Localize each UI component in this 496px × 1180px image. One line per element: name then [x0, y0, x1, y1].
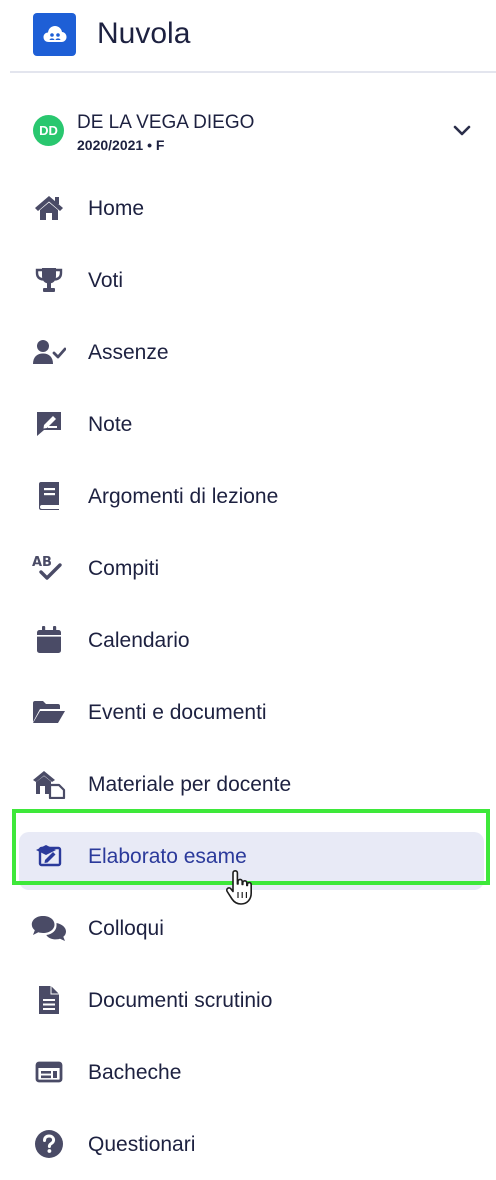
- sidebar-menu: Home Voti Assenze Note Argomenti di lezi…: [0, 172, 496, 1180]
- sidebar-item-colloqui[interactable]: Colloqui: [0, 892, 496, 964]
- sidebar-item-label: Eventi e documenti: [88, 701, 267, 724]
- document-icon: [31, 985, 67, 1015]
- user-selector[interactable]: DD DE LA VEGA DIEGO 2020/2021 • F: [0, 100, 496, 162]
- calendar-icon: [31, 625, 67, 655]
- comments-icon: [31, 913, 67, 943]
- sidebar-item-label: Calendario: [88, 629, 190, 652]
- exam-icon: [31, 841, 67, 871]
- sidebar-item-materiale[interactable]: Materiale per docente: [0, 748, 496, 820]
- sidebar-item-argomenti[interactable]: Argomenti di lezione: [0, 460, 496, 532]
- sidebar-item-questionari[interactable]: Questionari: [0, 1108, 496, 1180]
- board-icon: [31, 1057, 67, 1087]
- question-circle-icon: [31, 1129, 67, 1159]
- sidebar-item-label: Compiti: [88, 557, 160, 580]
- avatar: DD: [33, 115, 64, 146]
- cloud-logo-icon[interactable]: [33, 13, 76, 56]
- sidebar-item-label: Bacheche: [88, 1061, 182, 1084]
- sidebar-item-compiti[interactable]: AB Compiti: [0, 532, 496, 604]
- app-title: Nuvola: [97, 17, 191, 50]
- sidebar-item-bacheche[interactable]: Bacheche: [0, 1036, 496, 1108]
- sidebar-item-eventi[interactable]: Eventi e documenti: [0, 676, 496, 748]
- chevron-down-icon[interactable]: [450, 118, 474, 142]
- sidebar-item-documenti-scrutinio[interactable]: Documenti scrutinio: [0, 964, 496, 1036]
- sidebar-item-label: Assenze: [88, 341, 169, 364]
- sidebar-item-elaborato[interactable]: Elaborato esame: [0, 820, 496, 892]
- sidebar-item-note[interactable]: Note: [0, 388, 496, 460]
- sidebar-item-voti[interactable]: Voti: [0, 244, 496, 316]
- sidebar-item-label: Documenti scrutinio: [88, 989, 273, 1012]
- sidebar-item-label: Argomenti di lezione: [88, 485, 279, 508]
- user-school-year: 2020/2021 • F: [77, 137, 165, 153]
- note-icon: [31, 409, 67, 439]
- user-name: DE LA VEGA DIEGO: [77, 112, 255, 133]
- house-file-icon: [31, 769, 67, 799]
- sidebar-item-label: Questionari: [88, 1133, 196, 1156]
- sidebar-item-label: Voti: [88, 269, 124, 292]
- sidebar-item-label: Note: [88, 413, 133, 436]
- header-divider: [10, 71, 496, 73]
- sidebar-item-label: Home: [88, 197, 145, 220]
- sidebar-item-calendario[interactable]: Calendario: [0, 604, 496, 676]
- user-check-icon: [31, 337, 67, 367]
- sidebar-item-home[interactable]: Home: [0, 172, 496, 244]
- app-header: Nuvola: [0, 0, 496, 73]
- svg-text:AB: AB: [32, 555, 52, 570]
- trophy-icon: [31, 265, 67, 295]
- sidebar-item-label: Materiale per docente: [88, 773, 292, 796]
- folder-open-icon: [31, 697, 67, 727]
- home-icon: [31, 193, 67, 223]
- sidebar-item-label: Colloqui: [88, 917, 164, 940]
- sidebar-item-label: Elaborato esame: [88, 845, 247, 868]
- sidebar-item-assenze[interactable]: Assenze: [0, 316, 496, 388]
- book-icon: [31, 481, 67, 511]
- spellcheck-icon: AB: [31, 553, 67, 583]
